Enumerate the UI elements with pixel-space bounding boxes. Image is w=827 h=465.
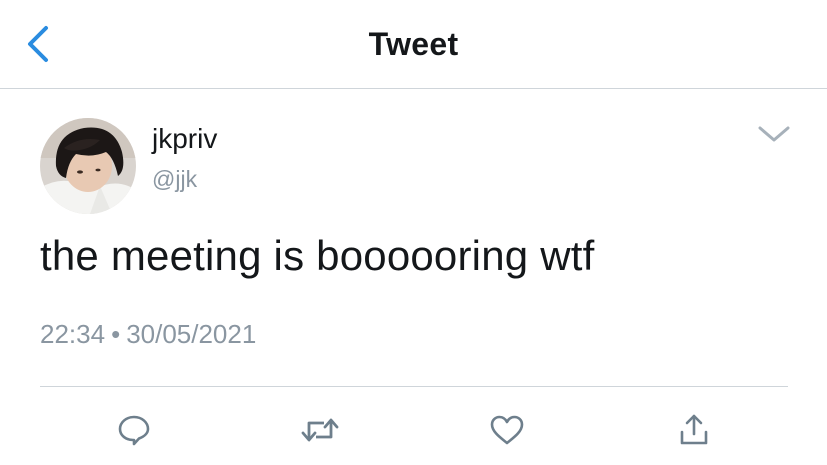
like-button[interactable] [485, 408, 529, 452]
top-navigation-bar: Tweet [0, 0, 827, 89]
tweet-timestamp: 22:34 • 30/05/2021 [40, 319, 256, 350]
username-handle[interactable]: @jjk [152, 166, 197, 193]
retweet-button[interactable] [298, 408, 342, 452]
reply-icon [118, 415, 150, 446]
page-title: Tweet [368, 26, 459, 62]
divider [40, 386, 788, 387]
reply-button[interactable] [112, 408, 156, 452]
share-button[interactable] [672, 408, 716, 452]
display-name[interactable]: jkpriv [152, 123, 217, 155]
tweet-time: 22:34 [40, 319, 106, 349]
more-options-button[interactable] [756, 122, 792, 146]
profile-photo [40, 118, 136, 214]
retweet-icon [301, 418, 339, 442]
tweet-text: the meeting is boooooring wtf [40, 232, 595, 279]
avatar[interactable] [40, 118, 136, 214]
separator-dot: • [111, 319, 121, 349]
chevron-down-icon [758, 126, 790, 142]
heart-icon [490, 415, 524, 445]
share-icon [680, 414, 708, 445]
tweet-date: 30/05/2021 [126, 319, 257, 349]
